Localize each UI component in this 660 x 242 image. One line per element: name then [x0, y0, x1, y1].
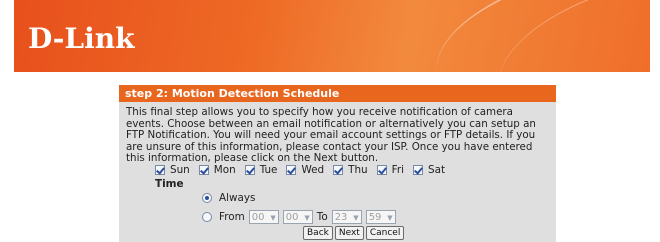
chevron-down-icon: ▼: [387, 214, 393, 222]
always-label: Always: [219, 192, 256, 204]
schedule-panel: step 2: Motion Detection Schedule This f…: [118, 85, 557, 242]
checkbox-checked-icon[interactable]: [413, 165, 424, 175]
checkbox-checked-icon[interactable]: [155, 165, 165, 175]
checkbox-checked-icon[interactable]: [376, 165, 387, 175]
radio-icon[interactable]: [202, 212, 212, 222]
panel-description: This final step allows you to specify ho…: [126, 106, 536, 165]
day-mon[interactable]: Mon: [198, 164, 236, 176]
day-wed[interactable]: Wed: [286, 164, 324, 176]
from-hour-select[interactable]: 00 ▼: [248, 210, 279, 224]
day-label: Sat: [428, 164, 446, 176]
day-sat[interactable]: Sat: [413, 164, 445, 176]
from-label: From: [219, 211, 245, 223]
day-checkbox-group: Sun Mon Tue Wed Thu Fri Sat: [155, 164, 454, 176]
always-option[interactable]: Always: [202, 192, 255, 204]
header-banner: D-Link: [14, 0, 650, 72]
range-option: From 00 ▼ 00 ▼ To 23 ▼ 59 ▼: [202, 210, 396, 224]
radio-icon[interactable]: [202, 193, 212, 203]
back-button[interactable]: Back: [303, 226, 333, 240]
day-fri[interactable]: Fri: [376, 164, 405, 176]
day-thu[interactable]: Thu: [333, 164, 368, 176]
cancel-button[interactable]: Cancel: [365, 226, 405, 240]
day-tue[interactable]: Tue: [244, 164, 278, 176]
day-label: Wed: [301, 164, 325, 176]
day-sun[interactable]: Sun: [155, 164, 190, 176]
panel-title: step 2: Motion Detection Schedule: [119, 85, 556, 102]
time-label: Time: [155, 178, 184, 190]
checkbox-checked-icon[interactable]: [286, 165, 297, 175]
next-button[interactable]: Next: [334, 226, 364, 240]
checkbox-checked-icon[interactable]: [198, 165, 209, 175]
day-label: Fri: [391, 164, 405, 176]
checkbox-checked-icon[interactable]: [244, 165, 255, 175]
day-label: Thu: [348, 164, 368, 176]
to-label: To: [316, 211, 328, 223]
chevron-down-icon: ▼: [353, 214, 359, 222]
logo: D-Link: [28, 22, 135, 55]
from-minute-select[interactable]: 00 ▼: [282, 210, 313, 224]
day-label: Sun: [170, 164, 190, 176]
wizard-buttons: Back Next Cancel: [303, 226, 406, 240]
chevron-down-icon: ▼: [304, 214, 310, 222]
to-minute-select[interactable]: 59 ▼: [365, 210, 396, 224]
to-hour-select[interactable]: 23 ▼: [331, 210, 362, 224]
checkbox-checked-icon[interactable]: [333, 165, 344, 175]
chevron-down-icon: ▼: [270, 214, 276, 222]
day-label: Tue: [259, 164, 278, 176]
day-label: Mon: [213, 164, 236, 176]
